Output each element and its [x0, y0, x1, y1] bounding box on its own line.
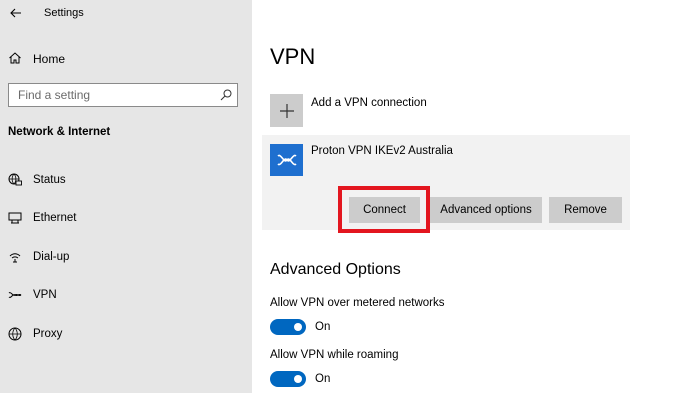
home-icon [9, 52, 21, 64]
sidebar-item-label: Status [33, 174, 66, 186]
search-box[interactable] [8, 83, 238, 107]
sidebar-item-label: Ethernet [33, 212, 77, 224]
remove-button[interactable]: Remove [549, 197, 622, 223]
dialup-icon [9, 253, 21, 263]
main-content: VPN Add a VPN connection Proton VPN IKEv… [252, 0, 700, 393]
title-bar: Settings [0, 0, 252, 28]
app-title: Settings [44, 7, 84, 19]
search-icon[interactable] [220, 89, 232, 101]
sidebar-item-dialup[interactable]: Dial-up [0, 244, 252, 270]
metered-toggle-state: On [315, 321, 331, 333]
metered-toggle[interactable] [270, 319, 306, 335]
globe-icon [8, 327, 22, 341]
plus-icon [279, 103, 294, 118]
toggle-knob [294, 323, 302, 331]
sidebar-item-label: Dial-up [33, 251, 70, 263]
vpn-connection-name: Proton VPN IKEv2 Australia [311, 145, 453, 157]
sidebar-item-label: Proxy [33, 328, 63, 340]
vpn-connection-card[interactable]: Proton VPN IKEv2 Australia Connect Advan… [262, 135, 630, 233]
sidebar-item-home[interactable]: Home [0, 46, 252, 72]
sidebar-item-label: Home [33, 52, 66, 66]
roaming-toggle[interactable] [270, 371, 306, 387]
page-title: VPN [270, 44, 316, 69]
vpn-icon [276, 154, 297, 166]
vpn-connection-icon [270, 144, 303, 176]
ethernet-icon [8, 212, 22, 224]
sidebar-item-proxy[interactable]: Proxy [0, 321, 252, 347]
vpn-icon [8, 292, 22, 298]
roaming-toggle-state: On [315, 373, 331, 385]
advanced-options-button[interactable]: Advanced options [430, 197, 542, 223]
add-vpn-button[interactable] [270, 94, 303, 127]
sidebar-item-status[interactable]: Status [0, 167, 252, 193]
sidebar-item-vpn[interactable]: VPN [0, 282, 252, 308]
metered-setting-label: Allow VPN over metered networks [270, 297, 445, 309]
sidebar: Settings Home Network & Internet Status … [0, 0, 252, 393]
search-input[interactable] [9, 84, 209, 106]
advanced-options-heading: Advanced Options [270, 261, 401, 278]
highlight-box [338, 186, 430, 233]
back-arrow-icon [10, 8, 21, 18]
roaming-setting-label: Allow VPN while roaming [270, 349, 399, 361]
section-title: Network & Internet [8, 126, 111, 138]
sidebar-item-label: VPN [33, 289, 57, 301]
back-button[interactable] [6, 3, 26, 23]
toggle-knob [294, 375, 302, 383]
add-vpn-connection[interactable]: Add a VPN connection [270, 94, 570, 128]
add-vpn-label: Add a VPN connection [311, 97, 427, 109]
globe-monitor-icon [8, 173, 22, 186]
sidebar-item-ethernet[interactable]: Ethernet [0, 205, 252, 231]
